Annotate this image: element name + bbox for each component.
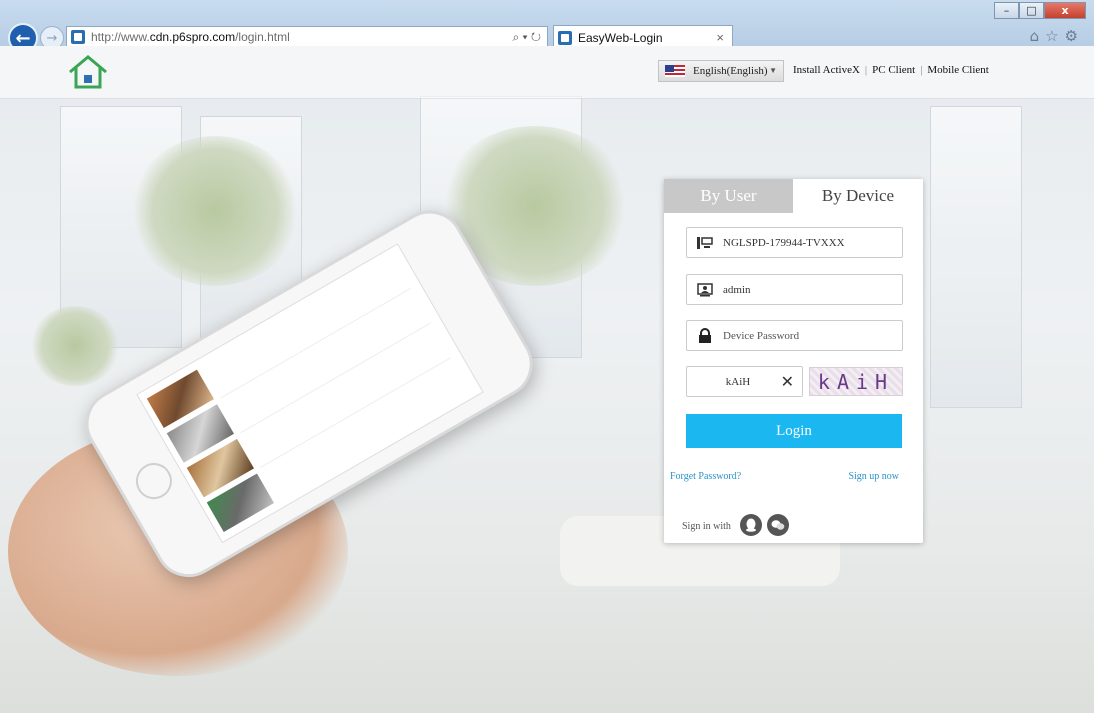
login-button[interactable]: Login bbox=[686, 414, 902, 448]
password-input[interactable] bbox=[723, 329, 893, 342]
captcha-field[interactable]: ✕ bbox=[686, 366, 803, 397]
phone-screen bbox=[136, 243, 484, 544]
lock-icon bbox=[697, 327, 713, 344]
language-select[interactable]: English(English) ▼ bbox=[658, 60, 784, 82]
separator: | bbox=[920, 64, 923, 76]
mobile-client-link[interactable]: Mobile Client bbox=[927, 64, 988, 76]
page-header: English(English) ▼ Install ActiveX | PC Cl… bbox=[0, 46, 1094, 99]
toolbar-icons[interactable]: ⌂☆⚙ bbox=[1030, 27, 1084, 45]
background-plant bbox=[30, 306, 120, 386]
chevron-down-icon: ▼ bbox=[769, 66, 777, 75]
divider bbox=[260, 357, 452, 468]
tab-by-device[interactable]: By Device bbox=[793, 179, 923, 213]
tab-favicon-icon bbox=[558, 30, 572, 45]
us-flag-icon bbox=[665, 65, 685, 77]
username-input[interactable] bbox=[723, 283, 893, 296]
login-page: English(English) ▼ Install ActiveX | PC Cl… bbox=[0, 46, 1094, 713]
tab-by-user[interactable]: By User bbox=[664, 179, 793, 213]
background-window bbox=[930, 106, 1022, 408]
forget-password-link[interactable]: Forget Password? bbox=[670, 471, 741, 482]
device-id-input[interactable] bbox=[723, 236, 893, 249]
language-label: English(English) bbox=[693, 65, 768, 77]
url-domain: cdn.p6spro.com bbox=[149, 30, 236, 44]
divider bbox=[240, 322, 432, 434]
clear-captcha-icon[interactable]: ✕ bbox=[781, 372, 794, 391]
captcha-image[interactable]: kAiH bbox=[809, 367, 903, 396]
close-button[interactable]: x bbox=[1044, 2, 1086, 19]
url-suffix: /login.html bbox=[235, 30, 290, 44]
password-field[interactable] bbox=[686, 320, 903, 351]
address-controls[interactable]: ⌕ ▾ ↻ bbox=[512, 30, 541, 45]
address-bar[interactable]: http://www. cdn.p6spro.com/login.html ⌕ ▾… bbox=[66, 26, 548, 48]
wechat-icon[interactable] bbox=[767, 514, 789, 536]
login-panel: By User By Device ✕ kAiH Log bbox=[664, 179, 923, 543]
sign-up-link[interactable]: Sign up now bbox=[848, 471, 899, 482]
qq-icon[interactable] bbox=[740, 514, 762, 536]
separator: | bbox=[864, 64, 868, 76]
username-field[interactable] bbox=[686, 274, 903, 305]
device-icon bbox=[697, 235, 713, 251]
captcha-input[interactable] bbox=[703, 375, 773, 388]
url-prefix: http://www. bbox=[91, 30, 150, 44]
phone-home-button bbox=[129, 456, 179, 506]
tab-title: EasyWeb-Login bbox=[578, 30, 663, 45]
browser-chrome: ← → http://www. cdn.p6spro.com/login.html… bbox=[0, 0, 1094, 53]
pc-client-link[interactable]: PC Client bbox=[872, 64, 915, 76]
user-icon bbox=[697, 282, 713, 298]
arrow-right-icon: → bbox=[46, 30, 58, 46]
header-links: Install ActiveX | PC Client | Mobile Client bbox=[793, 64, 989, 76]
device-id-field[interactable] bbox=[686, 227, 903, 258]
site-favicon-icon bbox=[71, 30, 85, 44]
captcha-image-text: kAiH bbox=[817, 369, 895, 394]
install-activex-link[interactable]: Install ActiveX bbox=[793, 64, 860, 76]
maximize-button[interactable]: □ bbox=[1019, 2, 1044, 19]
sign-in-with-label: Sign in with bbox=[682, 521, 731, 532]
background-tree bbox=[130, 136, 300, 286]
house-logo-icon[interactable] bbox=[66, 54, 110, 90]
minimize-button[interactable]: – bbox=[994, 2, 1019, 19]
window-controls: – □ x bbox=[994, 2, 1086, 19]
tab-close-icon[interactable]: × bbox=[716, 30, 724, 45]
